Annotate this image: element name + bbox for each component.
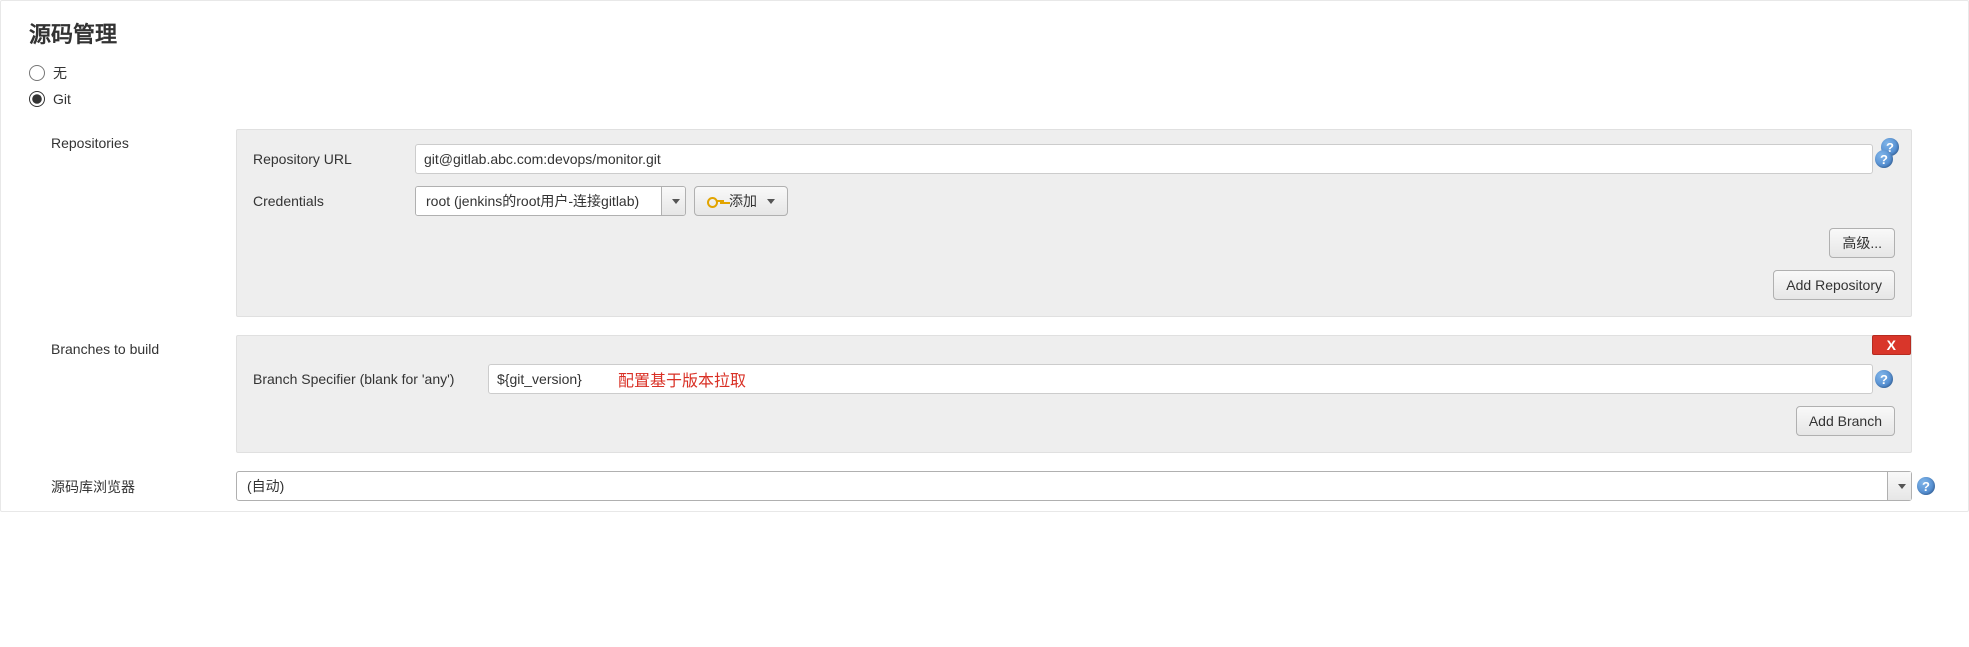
scm-option-none[interactable]: 无 (1, 59, 1968, 87)
add-repository-label: Add Repository (1786, 277, 1882, 293)
help-icon[interactable]: ? (1917, 477, 1935, 495)
delete-branch-button[interactable]: X (1872, 335, 1911, 355)
advanced-button-label: 高级... (1842, 233, 1882, 253)
repo-browser-value: (自动) (237, 472, 1887, 500)
key-icon (707, 196, 723, 206)
scm-option-git[interactable]: Git (1, 87, 1968, 111)
help-icon[interactable]: ? (1875, 370, 1893, 388)
credentials-row: Credentials root (jenkins的root用户-连接gitla… (253, 186, 1895, 216)
scm-radio-none[interactable] (29, 65, 45, 81)
section-title: 源码管理 (1, 1, 1968, 59)
credentials-select[interactable]: root (jenkins的root用户-连接gitlab) (415, 186, 686, 216)
credentials-dropdown-button[interactable] (661, 187, 685, 215)
repo-browser-label: 源码库浏览器 (51, 471, 236, 497)
scm-option-none-label: 无 (53, 63, 67, 83)
repositories-row: Repositories ? Repository URL ? Cr (51, 129, 1940, 317)
repo-browser-dropdown-button[interactable] (1887, 472, 1911, 500)
repo-url-row: Repository URL ? (253, 144, 1895, 174)
branches-panel: X Branch Specifier (blank for 'any') 配置基… (236, 335, 1912, 453)
add-credentials-label: 添加 (729, 191, 757, 211)
chevron-down-icon (1898, 484, 1906, 489)
add-credentials-button[interactable]: 添加 (694, 186, 788, 216)
chevron-down-icon (672, 199, 680, 204)
add-repository-button[interactable]: Add Repository (1773, 270, 1895, 300)
chevron-down-icon (767, 199, 775, 204)
branches-row: Branches to build X Branch Specifier (bl… (51, 335, 1940, 453)
scm-section: 源码管理 无 Git Repositories ? Repository URL (0, 0, 1969, 512)
repositories-label: Repositories (51, 129, 236, 151)
git-form-area: Repositories ? Repository URL ? Cr (1, 129, 1968, 511)
help-icon[interactable]: ? (1875, 150, 1893, 168)
add-branch-label: Add Branch (1809, 413, 1882, 429)
credentials-value: root (jenkins的root用户-连接gitlab) (416, 187, 661, 215)
repo-url-label: Repository URL (253, 151, 415, 167)
repo-url-input[interactable] (415, 144, 1873, 174)
scm-radio-git[interactable] (29, 91, 45, 107)
repo-browser-select[interactable]: (自动) (236, 471, 1912, 501)
repositories-panel: ? Repository URL ? Credentials (236, 129, 1912, 317)
branch-specifier-label: Branch Specifier (blank for 'any') (253, 371, 488, 387)
branches-label: Branches to build (51, 335, 236, 357)
advanced-button[interactable]: 高级... (1829, 228, 1895, 258)
branch-specifier-row: Branch Specifier (blank for 'any') 配置基于版… (253, 364, 1895, 394)
branch-specifier-input[interactable] (488, 364, 1873, 394)
add-branch-button[interactable]: Add Branch (1796, 406, 1895, 436)
credentials-label: Credentials (253, 193, 415, 209)
repo-browser-row: 源码库浏览器 (自动) ? (51, 471, 1940, 501)
scm-option-git-label: Git (53, 91, 71, 107)
